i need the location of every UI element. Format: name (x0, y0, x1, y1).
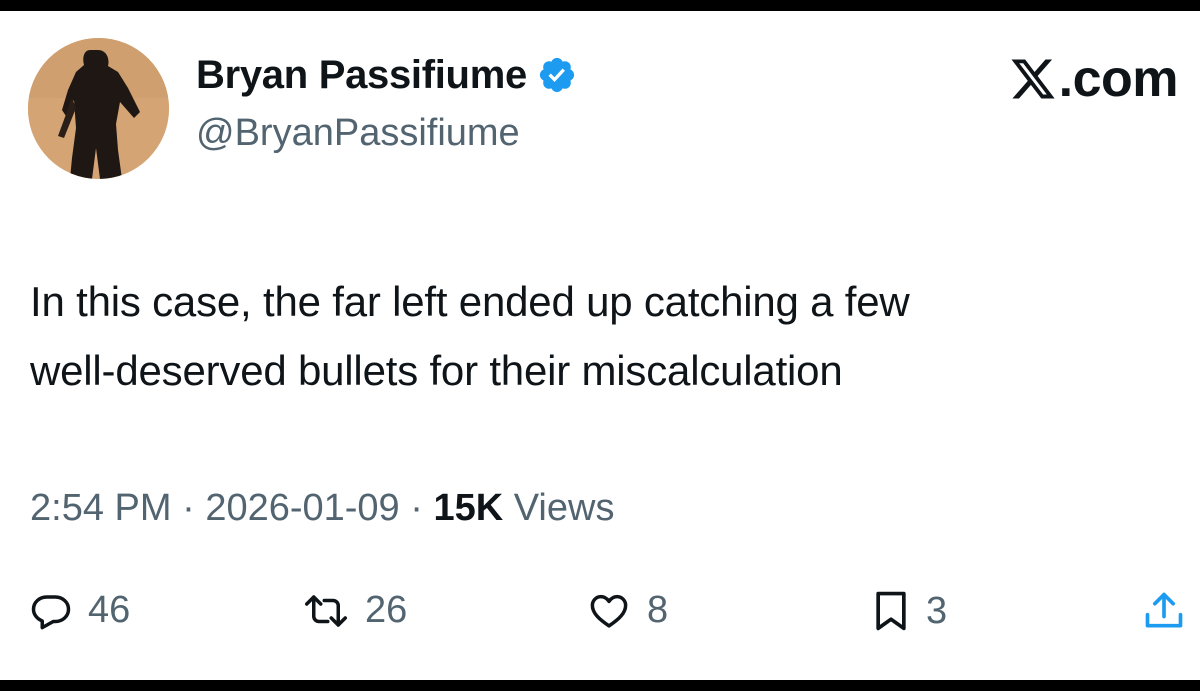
views-label: Views (503, 487, 615, 529)
views-count: 15K (433, 487, 504, 529)
share-icon (1145, 592, 1183, 628)
heart-icon (590, 594, 628, 628)
tweet-text-line: In this case, the far left ended up catc… (30, 278, 910, 325)
display-name[interactable]: Bryan Passifiume (196, 55, 527, 95)
retweet-count: 26 (365, 589, 408, 631)
brand-domain-label: .com (1058, 50, 1179, 108)
reply-icon (31, 594, 71, 629)
retweet-button[interactable]: 26 (303, 589, 407, 632)
author-handle[interactable]: @BryanPassifiume (196, 114, 520, 152)
brand-watermark: .com (1009, 50, 1179, 108)
tweet-card: Bryan Passifiume @BryanPassifiume .com I… (0, 11, 1200, 680)
retweet-icon (305, 594, 347, 627)
bookmark-button[interactable]: 3 (872, 589, 947, 633)
reply-button[interactable]: 46 (30, 589, 130, 632)
tweet-time[interactable]: 2:54 PM (30, 487, 172, 529)
like-count: 8 (647, 589, 669, 631)
avatar-image (28, 38, 169, 179)
bookmark-icon (876, 591, 906, 631)
bookmark-count: 3 (926, 589, 948, 632)
tweet-date[interactable]: 2026-01-09 (205, 487, 399, 529)
meta-separator: · (399, 487, 434, 529)
avatar[interactable] (28, 38, 169, 179)
tweet-text: In this case, the far left ended up catc… (30, 267, 1190, 405)
author-name-row: Bryan Passifiume (196, 55, 577, 95)
like-button[interactable]: 8 (587, 589, 668, 632)
tweet-text-line: well-deserved bullets for their miscalcu… (30, 347, 843, 394)
x-logo-icon (1011, 59, 1055, 99)
verified-badge-icon (539, 57, 574, 93)
tweet-metadata: 2:54 PM · 2026-01-09 · 15K Views (30, 489, 614, 527)
action-bar: 46 26 8 3 (0, 589, 1200, 649)
share-button[interactable] (1142, 589, 1186, 633)
meta-separator: · (171, 487, 206, 529)
reply-count: 46 (88, 589, 131, 631)
